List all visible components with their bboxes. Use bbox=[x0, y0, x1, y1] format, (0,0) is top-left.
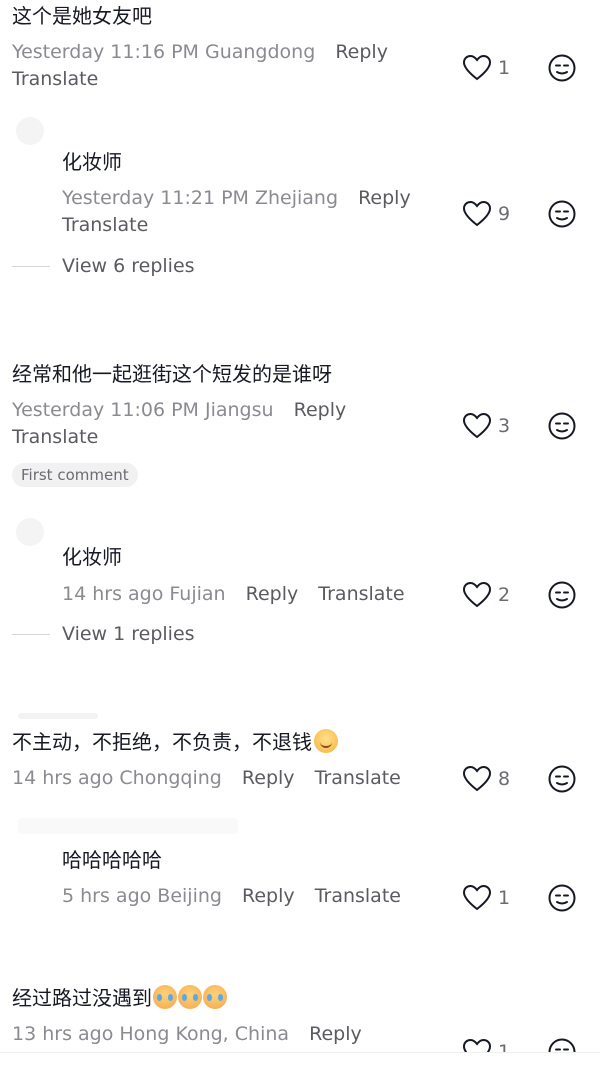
reply-button[interactable]: Reply bbox=[358, 187, 411, 209]
emoji-reaction-icon bbox=[548, 581, 576, 609]
reaction-button[interactable] bbox=[547, 764, 577, 798]
comment-location: Zhejiang bbox=[254, 187, 339, 209]
emoji-reaction-icon bbox=[548, 765, 576, 793]
teary-emoji-icon bbox=[178, 985, 202, 1009]
emoji-reaction-icon bbox=[548, 884, 576, 912]
emoji-reaction-icon bbox=[548, 54, 576, 82]
like-count: 8 bbox=[498, 768, 511, 790]
like-button[interactable]: 3 bbox=[462, 412, 510, 440]
redacted-name bbox=[18, 818, 238, 834]
translate-button[interactable]: Translate bbox=[315, 767, 401, 789]
divider bbox=[12, 633, 50, 635]
reply-button[interactable]: Reply bbox=[242, 885, 295, 907]
comment-location: Fujian bbox=[169, 583, 226, 605]
heart-outline-icon bbox=[462, 581, 492, 608]
comment-location: Guangdong bbox=[204, 41, 316, 63]
view-replies-button[interactable]: View 1 replies bbox=[12, 623, 195, 645]
comment-time: 5 hrs ago bbox=[62, 885, 152, 907]
reply-button[interactable]: Reply bbox=[335, 41, 388, 63]
comment-meta: Yesterday 11:21 PM Zhejiang Reply bbox=[62, 185, 411, 211]
teary-emoji-icon bbox=[203, 985, 227, 1009]
comment-location: Jiangsu bbox=[204, 399, 274, 421]
avatar[interactable] bbox=[16, 117, 44, 145]
smirk-emoji-icon bbox=[314, 729, 338, 753]
comment-location: Beijing bbox=[157, 885, 222, 907]
reply-button[interactable]: Reply bbox=[242, 767, 295, 789]
reply-button[interactable]: Reply bbox=[294, 399, 347, 421]
teary-emoji-icon bbox=[153, 985, 177, 1009]
like-button[interactable]: 8 bbox=[462, 765, 510, 793]
bottom-edge bbox=[0, 1052, 600, 1068]
translate-button[interactable]: Translate bbox=[315, 885, 401, 907]
comment-meta: Yesterday 11:06 PM Jiangsu Reply bbox=[12, 397, 346, 423]
reply-button[interactable]: Reply bbox=[246, 583, 299, 605]
like-count: 1 bbox=[498, 57, 511, 79]
heart-outline-icon bbox=[462, 54, 492, 81]
comment-meta: Yesterday 11:16 PM Guangdong Reply bbox=[12, 39, 388, 65]
like-button[interactable]: 1 bbox=[462, 884, 510, 912]
emoji-reaction-icon bbox=[548, 200, 576, 228]
reply-button[interactable]: Reply bbox=[309, 1023, 362, 1045]
like-count: 1 bbox=[498, 887, 511, 909]
translate-button[interactable]: Translate bbox=[12, 424, 98, 450]
reaction-button[interactable] bbox=[547, 580, 577, 614]
like-count: 2 bbox=[498, 584, 511, 606]
comment-text: 经过路过没遇到 bbox=[12, 984, 227, 1012]
comment-username[interactable]: 化妆师 bbox=[62, 543, 122, 571]
comment-time: Yesterday 11:06 PM bbox=[12, 399, 199, 421]
comment-meta: 13 hrs ago Hong Kong, China Reply bbox=[12, 1021, 362, 1047]
translate-button[interactable]: Translate bbox=[62, 212, 148, 238]
view-replies-button[interactable]: View 6 replies bbox=[12, 255, 195, 277]
comment-text: 不主动，不拒绝，不负责，不退钱 bbox=[12, 728, 338, 756]
like-count: 9 bbox=[498, 203, 511, 225]
comment-username[interactable]: 化妆师 bbox=[62, 148, 122, 176]
comment-location: Chongqing bbox=[119, 767, 222, 789]
translate-button[interactable]: Translate bbox=[318, 583, 404, 605]
comment-time: Yesterday 11:21 PM bbox=[62, 187, 249, 209]
like-button[interactable]: 1 bbox=[462, 54, 510, 82]
comment-time: Yesterday 11:16 PM bbox=[12, 41, 199, 63]
like-button[interactable]: 9 bbox=[462, 200, 510, 228]
comment-meta: 14 hrs ago Chongqing Reply Translate bbox=[12, 765, 401, 791]
like-count: 3 bbox=[498, 415, 511, 437]
comment-text: 这个是她女友吧 bbox=[12, 4, 152, 28]
comment-location: Hong Kong, China bbox=[119, 1023, 290, 1045]
heart-outline-icon bbox=[462, 412, 492, 439]
like-button[interactable]: 2 bbox=[462, 581, 510, 609]
redacted-name bbox=[18, 713, 98, 719]
emoji-reaction-icon bbox=[548, 412, 576, 440]
comment-time: 14 hrs ago bbox=[12, 767, 114, 789]
reaction-button[interactable] bbox=[547, 411, 577, 445]
heart-outline-icon bbox=[462, 765, 492, 792]
comment-meta: 5 hrs ago Beijing Reply Translate bbox=[62, 883, 401, 909]
reaction-button[interactable] bbox=[547, 883, 577, 917]
comment-time: 14 hrs ago bbox=[62, 583, 164, 605]
divider bbox=[12, 265, 50, 267]
avatar[interactable] bbox=[16, 518, 44, 546]
comment-text: 哈哈哈哈哈 bbox=[62, 848, 162, 872]
heart-outline-icon bbox=[462, 200, 492, 227]
heart-outline-icon bbox=[462, 884, 492, 911]
comment-text: 经常和他一起逛街这个短发的是谁呀 bbox=[12, 362, 332, 386]
translate-button[interactable]: Translate bbox=[12, 66, 98, 92]
comment-time: 13 hrs ago bbox=[12, 1023, 114, 1045]
reaction-button[interactable] bbox=[547, 199, 577, 233]
first-comment-badge: First comment bbox=[12, 463, 138, 487]
view-replies-label: View 1 replies bbox=[62, 623, 195, 645]
comment-meta: 14 hrs ago Fujian Reply Translate bbox=[62, 581, 405, 607]
reaction-button[interactable] bbox=[547, 53, 577, 87]
view-replies-label: View 6 replies bbox=[62, 255, 195, 277]
